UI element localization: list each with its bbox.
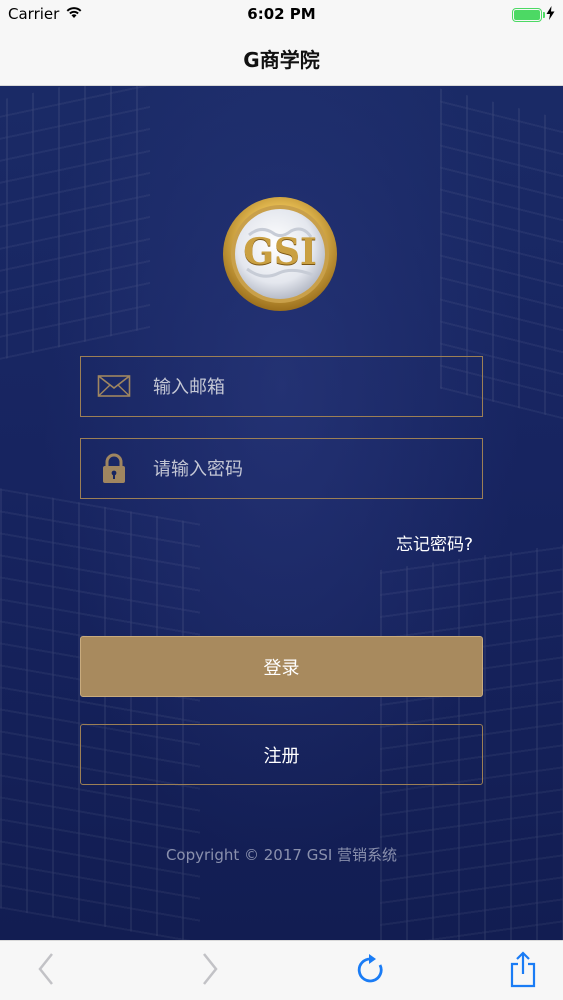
- browser-toolbar: [0, 940, 563, 1000]
- email-input[interactable]: [151, 357, 475, 417]
- forgot-password-link[interactable]: 忘记密码?: [396, 530, 473, 555]
- copyright-text: Copyright © 2017 GSI 营销系统: [165, 846, 398, 864]
- battery-fill: [514, 10, 540, 20]
- nav-bar: G商学院: [0, 30, 563, 86]
- gsi-logo: GSI: [221, 195, 339, 313]
- lock-icon: [97, 453, 131, 483]
- status-bar: Carrier 6:02 PM: [0, 0, 563, 30]
- charging-bolt-icon: [546, 6, 555, 24]
- share-icon: [509, 950, 537, 992]
- login-button-label: 登录: [263, 657, 300, 679]
- back-button[interactable]: [26, 951, 66, 991]
- reload-button[interactable]: [351, 951, 391, 991]
- password-field[interactable]: [80, 438, 483, 499]
- password-input[interactable]: [151, 439, 475, 499]
- share-button[interactable]: [503, 951, 543, 991]
- register-button-label: 注册: [263, 745, 300, 767]
- background-building-left: [0, 86, 150, 365]
- forward-button[interactable]: [190, 951, 230, 991]
- chevron-left-icon: [36, 952, 56, 990]
- battery-tip: [543, 12, 545, 18]
- chevron-right-icon: [200, 952, 220, 990]
- battery-icon: [512, 8, 545, 22]
- reload-icon: [356, 953, 386, 989]
- status-time: 6:02 PM: [247, 5, 316, 23]
- envelope-icon: [97, 371, 131, 401]
- logo-text: GSI: [243, 231, 317, 273]
- background-building-bottom-left: [0, 488, 200, 940]
- email-field[interactable]: [80, 356, 483, 417]
- page-title: G商学院: [243, 48, 320, 72]
- login-button[interactable]: 登录: [80, 636, 483, 697]
- status-right: [512, 6, 555, 24]
- register-button[interactable]: 注册: [80, 724, 483, 785]
- login-screen: GSI 忘记密码? 登录 注册: [0, 86, 563, 940]
